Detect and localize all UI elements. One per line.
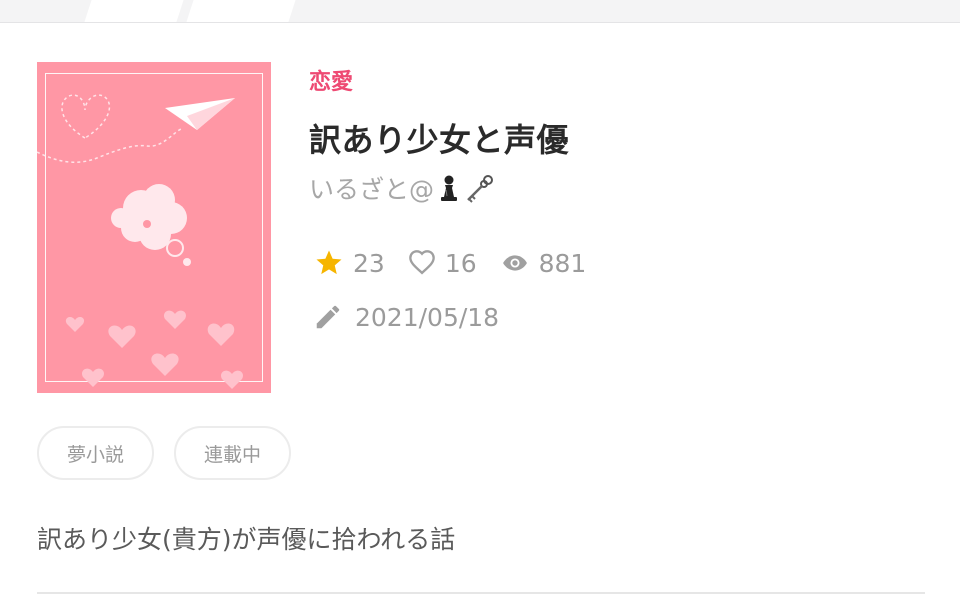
stats-row: 23 16 881 <box>313 248 608 278</box>
key-icon <box>464 173 496 203</box>
chess-pawn-icon <box>438 174 460 202</box>
hearts-decoration <box>65 310 243 389</box>
genre-label[interactable]: 恋愛 <box>309 64 353 96</box>
top-tab-left[interactable] <box>84 0 184 22</box>
pencil-icon <box>316 305 340 329</box>
dashed-heart-icon <box>61 94 111 139</box>
like-count-value: 16 <box>444 248 477 278</box>
tag-list: 夢小説 連載中 <box>37 426 311 480</box>
view-count: 881 <box>499 248 587 278</box>
book-title[interactable]: 訳あり少女と声優 <box>309 115 569 161</box>
updated-date: 2021/05/18 <box>313 302 499 332</box>
heart-outline-icon <box>408 250 435 275</box>
eye-icon <box>502 255 527 271</box>
top-tab-bar <box>0 0 960 23</box>
top-tab-right[interactable] <box>186 0 296 22</box>
flight-trail <box>37 127 184 163</box>
cover-illustration <box>37 94 243 389</box>
tag-chip[interactable]: 夢小説 <box>37 426 155 480</box>
star-count: 23 <box>313 248 385 278</box>
star-count-value: 23 <box>353 248 385 278</box>
paper-plane-icon <box>165 98 235 130</box>
star-icon <box>316 250 342 275</box>
view-count-value: 881 <box>538 248 587 278</box>
tag-chip[interactable]: 連載中 <box>174 426 292 480</box>
divider <box>37 592 925 594</box>
author-name[interactable]: いるざと@ <box>309 170 496 206</box>
updated-date-value: 2021/05/18 <box>355 302 500 332</box>
thought-cloud-icon <box>111 184 191 266</box>
book-summary: 訳あり少女(貴方)が声優に拾われる話 <box>37 525 456 554</box>
like-count: 16 <box>407 249 477 278</box>
author-name-text: いるざと@ <box>309 175 435 204</box>
book-cover[interactable] <box>37 62 271 393</box>
